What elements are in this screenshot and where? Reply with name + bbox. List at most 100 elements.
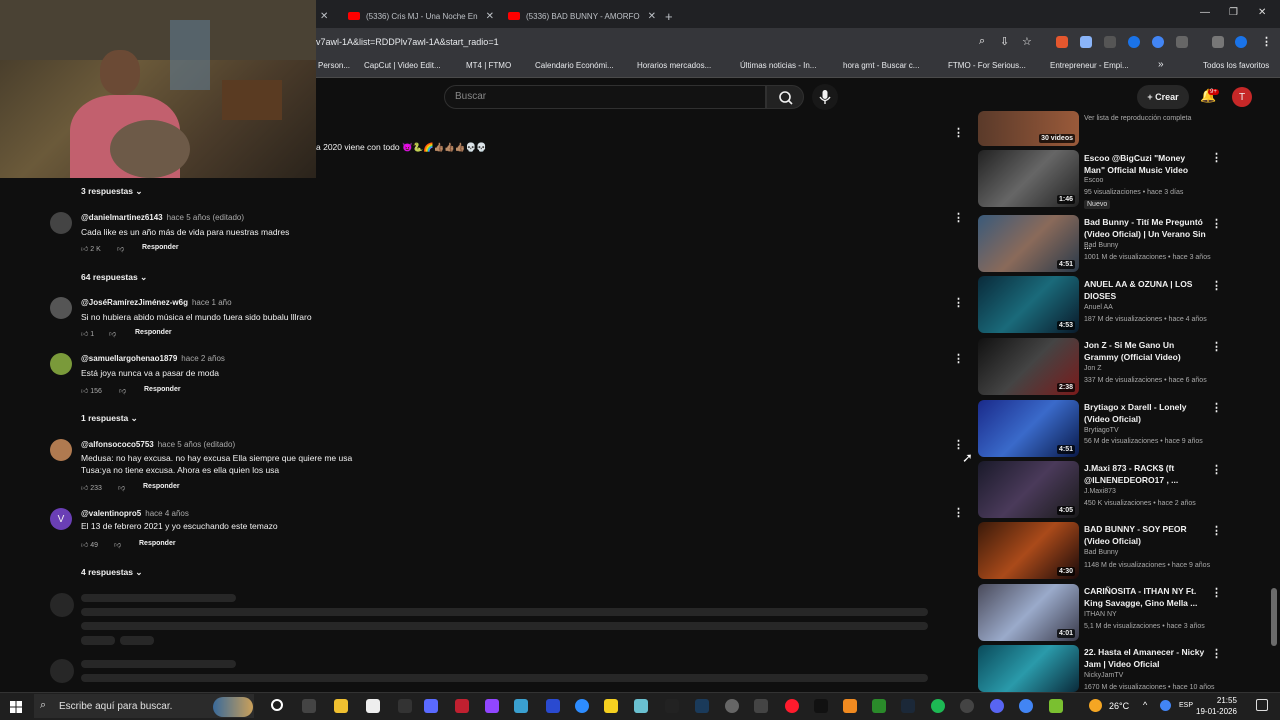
avatar[interactable]	[50, 439, 72, 461]
video-thumbnail[interactable]: 4:53	[978, 276, 1079, 333]
replies-toggle[interactable]: 64 respuestas ⌄	[81, 272, 147, 283]
video-title[interactable]: ANUEL AA & OZUNA | LOS DIOSES	[1084, 278, 1208, 302]
weather-widget-icon[interactable]	[213, 697, 253, 717]
zoom-app-icon[interactable]	[575, 699, 589, 713]
windows-start-icon[interactable]	[10, 700, 22, 713]
close-window-button[interactable]: ✕	[1258, 7, 1266, 18]
more-icon[interactable]: ⋮	[1211, 340, 1222, 353]
notepad-icon[interactable]	[366, 699, 380, 713]
bookmark-item[interactable]: CapCut | Video Edit...	[364, 61, 441, 70]
video-title[interactable]: CARIÑOSITA - ITHAN NY Ft. King Savagge, …	[1084, 585, 1208, 609]
dislike-button[interactable]: 👎︎	[119, 386, 126, 395]
more-icon[interactable]: ⋮	[953, 211, 964, 224]
discord-icon[interactable]	[990, 699, 1004, 713]
bookmark-item[interactable]: Calendario Económi...	[535, 61, 614, 70]
dislike-button[interactable]: 👎︎	[118, 483, 125, 492]
more-icon[interactable]: ⋮	[1211, 279, 1222, 292]
replies-toggle[interactable]: 1 respuesta ⌄	[81, 413, 138, 424]
twitch-icon[interactable]	[485, 699, 499, 713]
bookmark-item[interactable]: hora gmt - Buscar c...	[843, 61, 919, 70]
comment-author[interactable]: @danielmartinez6143 hace 5 años (editado)	[81, 213, 244, 222]
app-icon[interactable]	[398, 699, 412, 713]
create-button[interactable]: + Crear	[1137, 85, 1189, 109]
replies-toggle[interactable]: 3 respuestas ⌄	[81, 186, 142, 197]
minimize-button[interactable]: —	[1200, 7, 1210, 18]
video-channel[interactable]: Bad Bunny	[1084, 242, 1118, 249]
mic-button[interactable]	[812, 84, 838, 110]
video-channel[interactable]: Jon Z	[1084, 365, 1102, 372]
video-title[interactable]: 22. Hasta el Amanecer - Nicky Jam | Vide…	[1084, 646, 1208, 670]
extension-icon[interactable]	[1152, 36, 1164, 48]
zoom-icon[interactable]: ⌕	[979, 35, 985, 48]
app-icon[interactable]	[754, 699, 768, 713]
search-input[interactable]	[444, 85, 766, 109]
bookmark-item[interactable]: Últimas noticias - In...	[740, 61, 816, 70]
tab-close-prev[interactable]: ✕	[320, 4, 328, 28]
url-field[interactable]: v7awl-1A&list=RDDPlv7awl-1A&start_radio=…	[316, 37, 499, 47]
video-thumbnail[interactable]	[978, 645, 1079, 692]
copilot-icon[interactable]	[424, 699, 438, 713]
video-channel[interactable]: Escoo	[1084, 177, 1103, 184]
dislike-button[interactable]: 👎︎	[114, 540, 121, 549]
more-icon[interactable]: ⋮	[953, 506, 964, 519]
steam-icon[interactable]	[901, 699, 915, 713]
more-icon[interactable]: ⋮	[1211, 586, 1222, 599]
reply-button[interactable]: Responder	[144, 386, 181, 393]
video-title[interactable]: Jon Z - Si Me Gano Un Grammy (Official V…	[1084, 339, 1208, 363]
avatar[interactable]	[50, 297, 72, 319]
clock[interactable]: 21:55 19-01-2026	[1196, 695, 1237, 717]
extension-icon[interactable]	[1128, 36, 1140, 48]
extension-icon[interactable]	[1104, 36, 1116, 48]
extension-icon[interactable]	[1056, 36, 1068, 48]
task-view-icon[interactable]	[302, 699, 316, 713]
app-icon[interactable]	[634, 699, 648, 713]
like-button[interactable]: 👍︎ 1	[81, 329, 94, 338]
app-icon[interactable]	[695, 699, 709, 713]
dislike-button[interactable]: 👎︎	[109, 329, 116, 338]
app-icon[interactable]	[843, 699, 857, 713]
opera-icon[interactable]	[785, 699, 799, 713]
video-channel[interactable]: ITHAN NY	[1084, 611, 1117, 618]
more-icon[interactable]: ⋮	[953, 352, 964, 365]
playlist-thumbnail[interactable]: 30 videos	[978, 111, 1079, 146]
dislike-button[interactable]: 👎︎	[117, 244, 124, 253]
bookmark-item[interactable]: Entrepreneur - Empi...	[1050, 61, 1129, 70]
like-button[interactable]: 👍︎ 2 K	[81, 244, 101, 253]
video-thumbnail[interactable]: 4:51	[978, 400, 1079, 457]
comment-author[interactable]: @samuellargohenao1879 hace 2 años	[81, 354, 225, 363]
tiktok-icon[interactable]	[814, 699, 828, 713]
obs-icon[interactable]	[960, 699, 974, 713]
video-title[interactable]: BAD BUNNY - SOY PEOR (Video Oficial)	[1084, 523, 1208, 547]
video-channel[interactable]: Anuel AA	[1084, 304, 1113, 311]
language-indicator[interactable]: ESP	[1179, 702, 1193, 709]
like-button[interactable]: 👍︎ 233	[81, 483, 102, 492]
tab-cris-mj[interactable]: (5336) Cris MJ - Una Noche En ✕	[348, 4, 498, 28]
reply-button[interactable]: Responder	[135, 329, 172, 336]
install-icon[interactable]: ⇩	[1000, 35, 1009, 48]
spotify-icon[interactable]	[931, 699, 945, 713]
video-title[interactable]: J.Maxi 873 - RACK$ (ft @ILNENEDEORO17 , …	[1084, 462, 1208, 486]
more-icon[interactable]: ⋮	[1211, 217, 1222, 230]
new-tab-button[interactable]: +	[665, 4, 673, 28]
reply-button[interactable]: Responder	[139, 540, 176, 547]
scrollbar-thumb[interactable]	[1271, 588, 1277, 646]
video-thumbnail[interactable]: 4:30	[978, 522, 1079, 579]
comment-author[interactable]: @valentinopro5 hace 4 años	[81, 509, 189, 518]
more-icon[interactable]: ⋮	[1261, 35, 1272, 48]
star-icon[interactable]: ☆	[1022, 35, 1032, 48]
video-thumbnail[interactable]: 4:01	[978, 584, 1079, 641]
reply-button[interactable]: Responder	[143, 483, 180, 490]
video-title[interactable]: Escoo @BigCuzi "Money Man" Official Musi…	[1084, 152, 1208, 176]
avatar[interactable]: V	[50, 508, 72, 530]
more-icon[interactable]: ⋮	[1211, 151, 1222, 164]
app-icon[interactable]	[1049, 699, 1063, 713]
bookmark-item[interactable]: Person...	[318, 61, 350, 70]
all-bookmarks[interactable]: Todos los favoritos	[1203, 61, 1269, 70]
avatar[interactable]	[50, 212, 72, 234]
temperature[interactable]: 26°C	[1109, 701, 1129, 711]
puzzle-icon[interactable]	[1176, 36, 1188, 48]
sticky-notes-icon[interactable]	[604, 699, 618, 713]
bookmark-item[interactable]: Horarios mercados...	[637, 61, 711, 70]
notification-center-icon[interactable]	[1256, 699, 1268, 711]
more-icon[interactable]: ⋮	[1211, 401, 1222, 414]
